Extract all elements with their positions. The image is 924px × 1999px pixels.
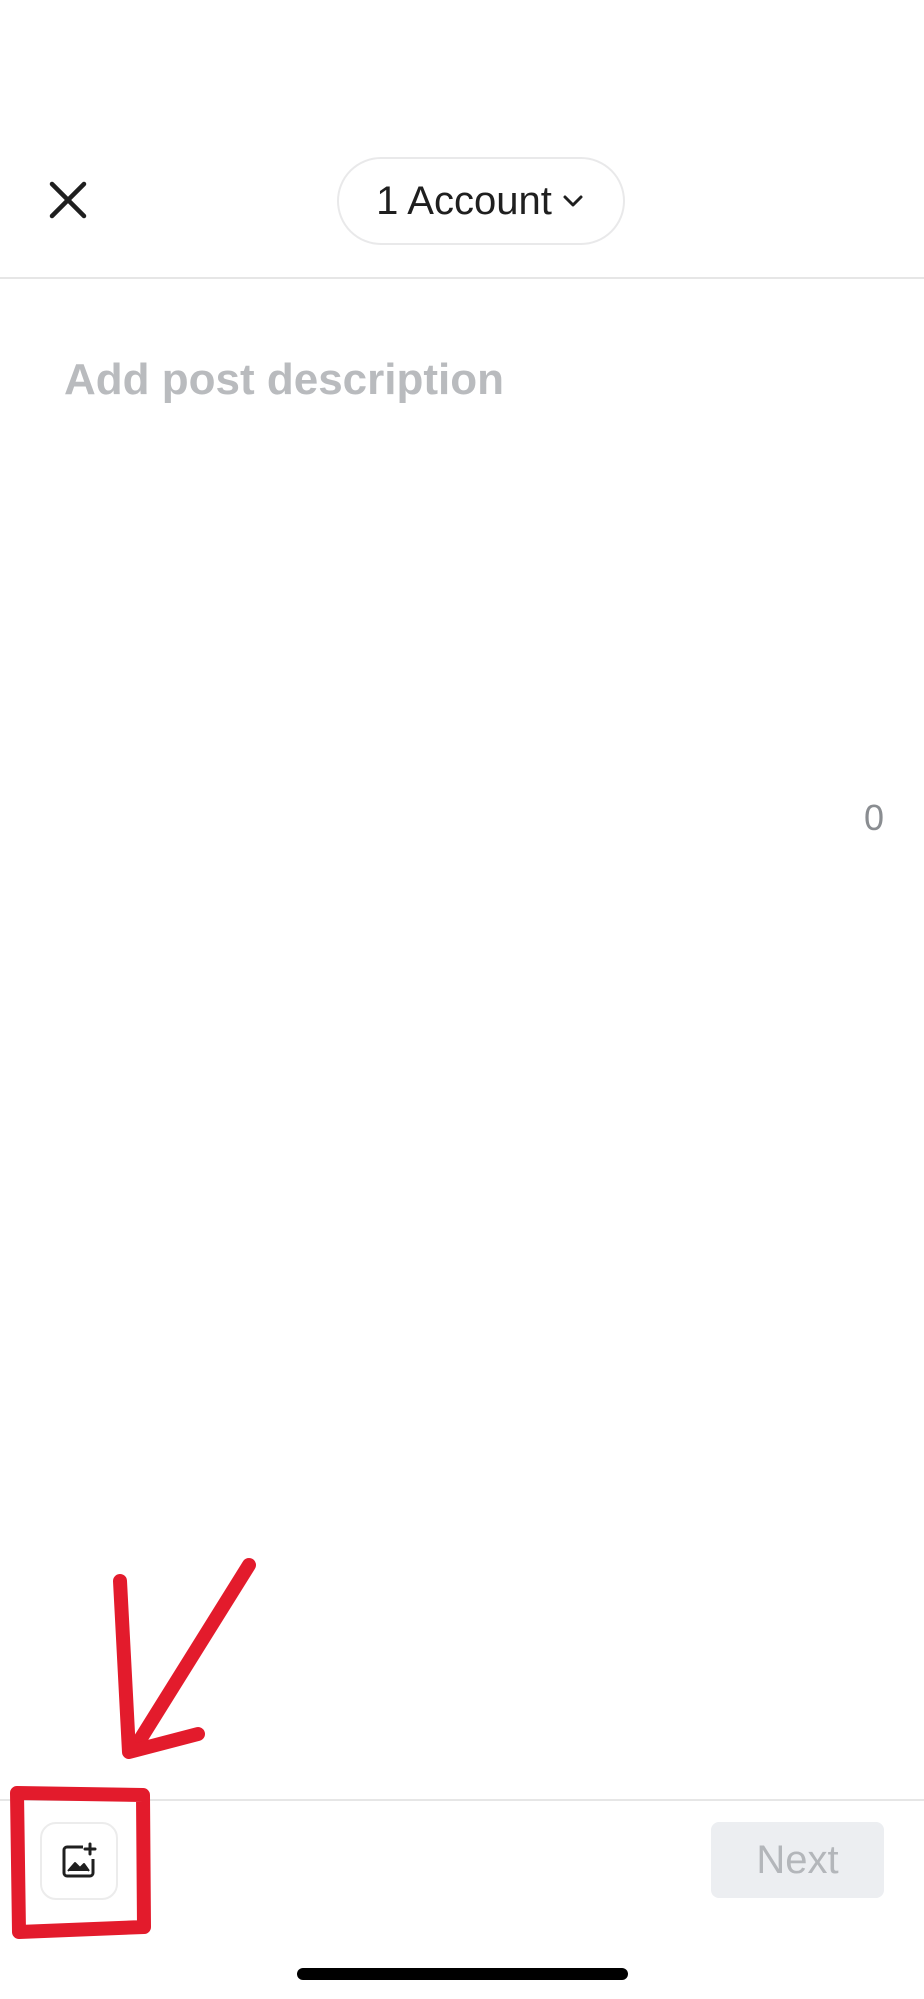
home-indicator <box>297 1968 628 1980</box>
chevron-down-icon <box>560 188 586 214</box>
close-button[interactable] <box>40 172 96 228</box>
post-composer-screen: 1 Account 0 Next <box>0 0 924 1999</box>
annotation-overlay <box>10 1558 256 1939</box>
header: 1 Account <box>0 0 924 279</box>
character-count: 0 <box>863 797 884 838</box>
annotation-arrow <box>113 1558 256 1759</box>
footer-divider <box>0 1799 924 1801</box>
account-selector[interactable]: 1 Account <box>337 157 625 245</box>
account-selector-label: 1 Account <box>376 178 552 223</box>
add-image-icon <box>62 1842 97 1878</box>
close-icon <box>49 181 87 219</box>
add-media-button[interactable] <box>40 1822 118 1900</box>
next-button[interactable]: Next <box>711 1822 884 1898</box>
post-description-input[interactable] <box>64 340 864 420</box>
